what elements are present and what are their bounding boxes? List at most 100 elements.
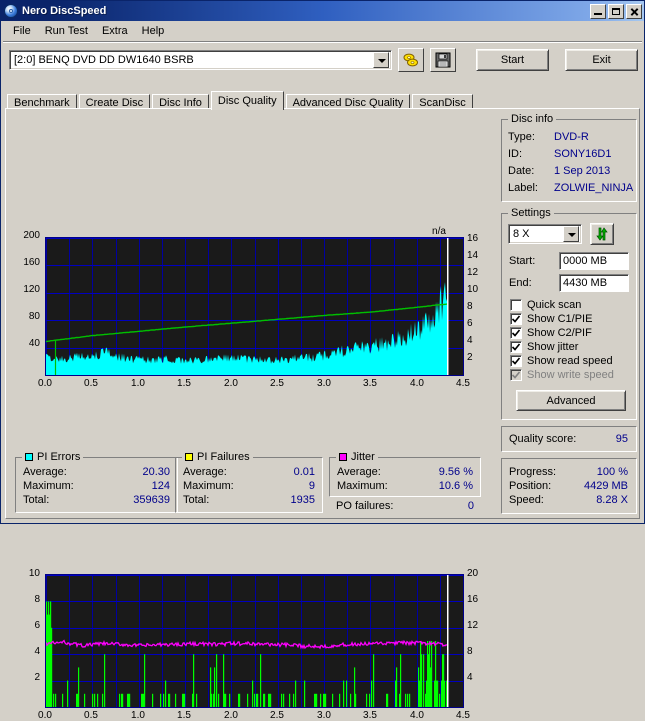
- minimize-button[interactable]: [590, 3, 606, 19]
- disc-info-type-value: DVD-R: [554, 131, 589, 143]
- checkbox-show-read-speed[interactable]: Show read speed: [510, 355, 636, 367]
- speed-select[interactable]: 8 X: [508, 224, 582, 244]
- menu-run-test[interactable]: Run Test: [38, 23, 95, 39]
- table-row: Average: 0.01: [183, 465, 315, 479]
- disc-info-box: Disc info Type: DVD-R ID: SONY16D1 Date: 1 …: [501, 113, 637, 202]
- jitter-maximum-label: Maximum:: [337, 480, 388, 492]
- jitter-line: [46, 639, 448, 650]
- floppy-save-icon: [435, 52, 451, 68]
- checkbox-label: Show C1/PIE: [527, 313, 593, 325]
- eject-disc-button[interactable]: [398, 48, 424, 72]
- table-row: Position: 4429 MB: [509, 479, 628, 493]
- pif-x-tick-6: 3.0: [317, 710, 331, 721]
- table-row: Average: 20.30: [23, 465, 170, 479]
- settings-box: Settings 8 X Start: 0000 MB End: 4430 MB: [501, 207, 637, 420]
- pi-failures-box: PI Failures Average: 0.01 Maximum: 9 Total…: [175, 451, 323, 513]
- drive-select-value: [2:0] BENQ DVD DD DW1640 BSRB: [14, 54, 194, 66]
- status-box: Progress: 100 % Position: 4429 MB Speed: 8.…: [501, 458, 637, 514]
- scan-start-input[interactable]: 0000 MB: [559, 252, 629, 270]
- pif-x-tick-9: 4.5: [456, 710, 470, 721]
- scan-end-label: End:: [509, 277, 532, 289]
- pif-left-tick-6: 6: [34, 620, 40, 631]
- pif-x-tick-1: 0.5: [84, 710, 98, 721]
- menu-extra[interactable]: Extra: [95, 23, 135, 39]
- pif-right-tick-16: 16: [467, 594, 479, 605]
- settings-legend: Settings: [508, 207, 554, 219]
- pi-failures-maximum-label: Maximum:: [183, 480, 234, 492]
- pif-right-tick-20: 20: [467, 568, 479, 579]
- checkbox-box: [510, 369, 522, 381]
- disc-info-label-row: Label: ZOLWIE_NINJA: [508, 180, 634, 197]
- tab-disc-quality[interactable]: Disc Quality: [210, 91, 284, 110]
- jitter-color-swatch: [339, 453, 347, 461]
- start-button[interactable]: Start: [476, 49, 549, 71]
- checkbox-show-c2-pif[interactable]: Show C2/PIF: [510, 327, 636, 339]
- app-window: Nero DiscSpeed File Run Test Extra Help …: [0, 0, 645, 721]
- jitter-average-value: 9.56 %: [438, 466, 473, 478]
- nero-disc-icon: [4, 4, 18, 18]
- pi-errors-box: PI Errors Average: 20.30 Maximum: 124 Tota…: [15, 451, 178, 513]
- checkbox-label: Show write speed: [527, 369, 614, 381]
- pif-right-tick-8: 8: [467, 646, 473, 657]
- pie-annotation-na: n/a: [432, 226, 446, 237]
- title-bar: Nero DiscSpeed: [1, 1, 644, 21]
- pif-x-tick-3: 1.5: [177, 710, 191, 721]
- checkbox-label: Show C2/PIF: [527, 327, 592, 339]
- pie-left-tick-200: 200: [23, 230, 40, 241]
- disc-info-date-label: Date:: [508, 165, 535, 177]
- table-row: Average: 9.56 %: [337, 465, 473, 479]
- pi-errors-legend-label: PI Errors: [37, 451, 81, 463]
- disc-info-label-value: ZOLWIE_NINJA: [554, 182, 634, 194]
- window-controls: [590, 3, 642, 19]
- disc-info-id-value: SONY16D1: [554, 148, 612, 160]
- checkbox-box: [510, 355, 522, 367]
- pi-failures-color-swatch: [185, 453, 193, 461]
- po-failures-label: PO failures:: [336, 500, 394, 512]
- pi-errors-average-label: Average:: [23, 466, 67, 478]
- checkbox-box: [510, 341, 522, 353]
- checkbox-show-write-speed: Show write speed: [510, 369, 636, 381]
- jitter-legend: Jitter: [336, 451, 378, 463]
- menu-help[interactable]: Help: [135, 23, 172, 39]
- save-results-button[interactable]: [430, 48, 456, 72]
- table-row: Speed: 8.28 X: [509, 493, 628, 507]
- jitter-legend-label: Jitter: [351, 451, 375, 463]
- checkbox-label: Quick scan: [527, 299, 582, 311]
- pif-left-tick-10: 10: [28, 568, 40, 579]
- checkbox-show-jitter[interactable]: Show jitter: [510, 341, 636, 353]
- progress-label: Progress:: [509, 466, 557, 478]
- pi-errors-total-label: Total:: [23, 494, 50, 506]
- advanced-button[interactable]: Advanced: [516, 390, 626, 411]
- disc-info-type-label: Type:: [508, 131, 535, 143]
- pi-errors-maximum-label: Maximum:: [23, 480, 74, 492]
- disc-info-type-row: Type: DVD-R: [508, 129, 630, 146]
- progress-value: 100 %: [596, 466, 628, 478]
- checkbox-label: Show read speed: [527, 355, 613, 367]
- chevron-down-icon[interactable]: [373, 52, 389, 68]
- drive-select[interactable]: [2:0] BENQ DVD DD DW1640 BSRB: [9, 50, 392, 70]
- menu-file[interactable]: File: [6, 23, 38, 39]
- jitter-maximum-value: 10.6 %: [438, 480, 473, 492]
- disc-info-date-value: 1 Sep 2013: [554, 165, 611, 177]
- refresh-speed-button[interactable]: [590, 223, 614, 245]
- refresh-arrows-icon: [596, 227, 608, 241]
- pif-x-tick-2: 1.0: [131, 710, 145, 721]
- position-label: Position:: [509, 480, 552, 492]
- speed-label: Speed:: [509, 494, 544, 506]
- maximize-button[interactable]: [608, 3, 624, 19]
- pi-errors-color-swatch: [25, 453, 33, 461]
- pif-x-tick-4: 2.0: [224, 710, 238, 721]
- checkbox-quick-scan[interactable]: Quick scan: [510, 299, 636, 311]
- checkbox-label: Show jitter: [527, 341, 579, 353]
- drive-toolbar: [2:0] BENQ DVD DD DW1640 BSRB Start Exit: [1, 43, 644, 76]
- checkbox-show-c1-pie[interactable]: Show C1/PIE: [510, 313, 636, 325]
- pie-left-tick-160: 160: [23, 257, 40, 268]
- pi-failures-average-value: 0.01: [293, 466, 315, 478]
- close-button[interactable]: [626, 3, 642, 19]
- pif-x-tick-5: 2.5: [270, 710, 284, 721]
- disc-info-legend: Disc info: [508, 113, 557, 125]
- exit-button[interactable]: Exit: [565, 49, 638, 71]
- scan-end-input[interactable]: 4430 MB: [559, 274, 629, 292]
- pi-errors-maximum-value: 124: [151, 480, 170, 492]
- chevron-down-icon[interactable]: [563, 226, 579, 242]
